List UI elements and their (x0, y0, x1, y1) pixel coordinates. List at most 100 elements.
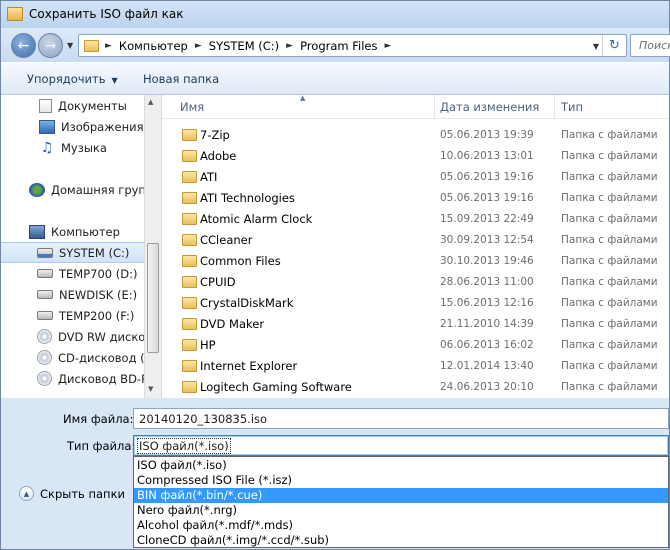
column-divider[interactable] (434, 95, 435, 119)
file-name: Logitech Gaming Software (200, 380, 352, 394)
file-date: 30.09.2013 12:54 (440, 234, 534, 246)
sidebar-item-documents[interactable]: Документы (1, 95, 144, 116)
table-row[interactable]: ATI Technologies 05.06.2013 19:16 Папка … (162, 188, 669, 209)
chevron-right-icon[interactable]: ► (195, 39, 202, 53)
navigation-pane: Документы Изображения ♫ Музыка Домашняя … (1, 95, 161, 398)
breadcrumb-computer[interactable]: Компьютер (119, 39, 188, 53)
sidebar-item-label: Дисковод BD-R (58, 371, 144, 386)
sidebar-item-homegroup[interactable]: Домашняя групп (1, 179, 144, 200)
recent-pages-dropdown-icon[interactable]: ▼ (67, 41, 73, 50)
organize-button[interactable]: Упорядочить ▼ (27, 72, 118, 86)
file-name: DVD Maker (200, 317, 265, 331)
file-name: Internet Explorer (200, 359, 298, 373)
folder-icon (182, 150, 197, 162)
sidebar-item-cd-drive[interactable]: CD-дисковод (H (1, 347, 144, 368)
chevron-right-icon[interactable]: ► (286, 39, 293, 53)
sidebar-item-label: Документы (58, 98, 127, 113)
sidebar-item-dvd-drive[interactable]: DVD RW дисков (1, 326, 144, 347)
sidebar-item-temp200[interactable]: TEMP200 (F:) (1, 305, 144, 326)
search-input[interactable]: Поиск (630, 34, 670, 57)
sidebar-item-temp700[interactable]: TEMP700 (D:) (1, 263, 144, 284)
file-name: CrystalDiskMark (200, 296, 294, 310)
sidebar-item-bd-drive[interactable]: Дисковод BD-R (1, 368, 144, 389)
file-date: 21.11.2010 14:39 (440, 318, 534, 330)
filetype-option[interactable]: Compressed ISO File (*.isz) (134, 473, 668, 488)
column-type[interactable]: Тип (561, 100, 583, 114)
column-date[interactable]: Дата изменения (440, 100, 539, 114)
scroll-up-icon[interactable]: ▲ (148, 98, 153, 106)
file-type: Папка с файлами (561, 150, 658, 162)
nav-scrollbar[interactable]: ▲ ▼ (144, 95, 161, 398)
system-drive-icon (37, 247, 53, 258)
sidebar-item-label: Компьютер (51, 224, 120, 239)
address-row: ← → ▼ ► Компьютер ► SYSTEM (C:) ► Progra… (1, 28, 670, 62)
table-row[interactable]: DVD Maker 21.11.2010 14:39 Папка с файла… (162, 314, 669, 335)
filename-label: Имя файла: (63, 412, 134, 426)
title-bar[interactable]: Сохранить ISO файл как (1, 1, 669, 28)
file-type: Папка с файлами (561, 276, 658, 288)
file-type: Папка с файлами (561, 192, 658, 204)
app-icon (7, 7, 23, 21)
sidebar-item-label: TEMP200 (F:) (59, 308, 135, 323)
address-bar[interactable]: ► Компьютер ► SYSTEM (C:) ► Program File… (78, 34, 627, 57)
filetype-option[interactable]: ISO файл(*.iso) (134, 458, 668, 473)
column-divider[interactable] (554, 95, 555, 119)
folder-icon (182, 318, 197, 330)
scroll-down-icon[interactable]: ▼ (148, 385, 153, 393)
file-type: Папка с файлами (561, 171, 658, 183)
sidebar-item-computer[interactable]: Компьютер (1, 221, 144, 242)
forward-icon[interactable]: → (38, 33, 63, 58)
table-row[interactable]: CrystalDiskMark 15.06.2013 12:16 Папка с… (162, 293, 669, 314)
sidebar-item-pictures[interactable]: Изображения (1, 116, 144, 137)
file-type: Папка с файлами (561, 381, 658, 393)
table-row[interactable]: Adobe 10.06.2013 13:01 Папка с файлами (162, 146, 669, 167)
scrollbar-thumb[interactable] (147, 243, 159, 353)
back-icon[interactable]: ← (11, 33, 36, 58)
table-row[interactable]: Logitech Gaming Software 24.06.2013 20:1… (162, 377, 669, 398)
folder-icon (182, 171, 197, 183)
folder-icon (182, 276, 197, 288)
folder-icon (182, 234, 197, 246)
hide-folders-label: Скрыть папки (40, 486, 125, 501)
refresh-icon[interactable]: ↻ (602, 35, 626, 56)
sidebar-item-system-drive[interactable]: SYSTEM (C:) (1, 242, 144, 263)
breadcrumb-program-files[interactable]: Program Files (300, 39, 377, 53)
new-folder-button[interactable]: Новая папка (143, 72, 219, 86)
filetype-option[interactable]: Nero файл(*.nrg) (134, 503, 668, 518)
file-type: Папка с файлами (561, 339, 658, 351)
filetype-select[interactable]: ISO файл(*.iso) (133, 435, 669, 456)
file-name: Common Files (200, 254, 281, 268)
column-name[interactable]: Имя (180, 100, 204, 114)
filetype-option[interactable]: Alcohol файл(*.mdf/*.mds) (134, 518, 668, 533)
table-row[interactable]: Common Files 30.10.2013 19:46 Папка с фа… (162, 251, 669, 272)
file-name: HP (200, 338, 216, 352)
table-row[interactable]: ATI 05.06.2013 19:16 Папка с файлами (162, 167, 669, 188)
breadcrumb-system-drive[interactable]: SYSTEM (C:) (209, 39, 279, 53)
table-row[interactable]: HP 06.06.2013 16:02 Папка с файлами (162, 335, 669, 356)
table-row[interactable]: Internet Explorer 12.01.2014 13:40 Папка… (162, 356, 669, 377)
filetype-option-highlighted[interactable]: BIN файл(*.bin/*.cue) (134, 488, 668, 503)
folder-icon (182, 213, 197, 225)
filetype-option[interactable]: CloneCD файл(*.img/*.ccd/*.sub) (134, 533, 668, 548)
file-name: ATI (200, 170, 218, 184)
filetype-selected-value: ISO файл(*.iso) (137, 438, 231, 454)
sidebar-item-music[interactable]: ♫ Музыка (1, 137, 144, 158)
table-row[interactable]: Atomic Alarm Clock 15.09.2013 22:49 Папк… (162, 209, 669, 230)
table-row[interactable]: CCleaner 30.09.2013 12:54 Папка с файлам… (162, 230, 669, 251)
sidebar-item-label: TEMP700 (D:) (59, 266, 138, 281)
table-row[interactable]: CPUID 28.06.2013 11:00 Папка с файлами (162, 272, 669, 293)
file-type: Папка с файлами (561, 318, 658, 330)
chevron-right-icon[interactable]: ► (385, 39, 392, 53)
sort-ascending-icon: ▲ (300, 95, 306, 102)
save-dialog: Сохранить ISO файл как ← → ▼ ► Компьютер… (0, 0, 670, 550)
file-date: 15.09.2013 22:49 (440, 213, 534, 225)
homegroup-icon (29, 182, 45, 197)
chevron-right-icon[interactable]: ► (105, 39, 112, 53)
filename-field[interactable]: 20140120_130835.iso (133, 408, 669, 429)
hide-folders-button[interactable]: ▲ Скрыть папки (19, 486, 125, 501)
table-row[interactable]: 7-Zip 05.06.2013 19:39 Папка с файлами (162, 125, 669, 146)
sidebar-item-label: CD-дисковод (H (58, 350, 144, 365)
address-dropdown-icon[interactable]: ▼ (593, 42, 599, 51)
sidebar-item-label: SYSTEM (C:) (59, 245, 130, 260)
sidebar-item-newdisk[interactable]: NEWDISK (E:) (1, 284, 144, 305)
